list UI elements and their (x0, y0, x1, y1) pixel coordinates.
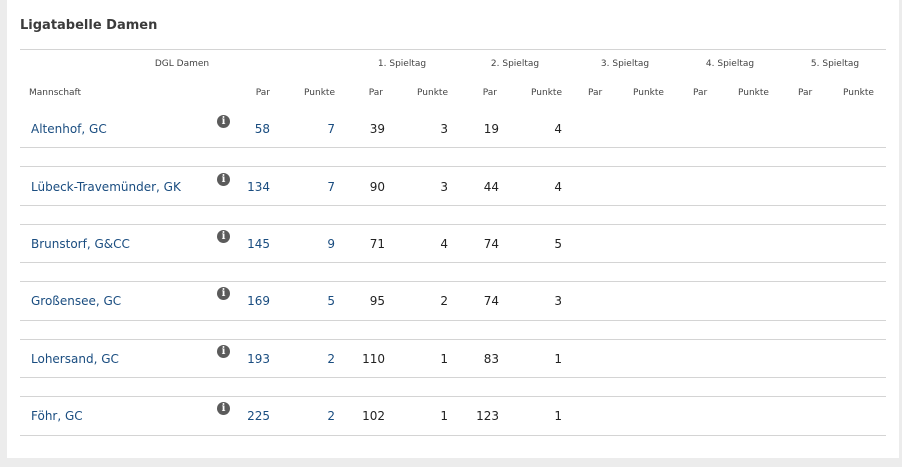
md1-par: 110 (362, 352, 385, 366)
md5-punkte-header: Punkte (843, 88, 874, 98)
md2-par: 19 (483, 122, 499, 136)
matchday-3-header: 3. Spieltag (600, 59, 650, 69)
total-par: 193 (247, 352, 270, 366)
md2-par: 123 (476, 409, 499, 423)
team-link[interactable]: Altenhof, GC (31, 121, 107, 137)
team-link[interactable]: Lübeck-Travemünder, GK (31, 179, 181, 195)
md2-punkte: 3 (554, 294, 562, 308)
md1-punkte: 1 (440, 352, 448, 366)
md1-punkte: 3 (440, 180, 448, 194)
row-divider (20, 377, 886, 378)
total-punkte: 2 (327, 352, 335, 366)
row-divider (20, 339, 886, 340)
md1-punkte: 1 (440, 409, 448, 423)
md2-par: 83 (483, 352, 499, 366)
total-punkte: 9 (327, 237, 335, 251)
table-row: Großensee, GC i 169 5 95 2 74 3 (7, 287, 899, 333)
md1-par: 95 (369, 294, 385, 308)
info-icon[interactable]: i (217, 402, 230, 415)
team-link[interactable]: Föhr, GC (31, 408, 83, 424)
md2-par: 74 (483, 294, 499, 308)
md1-punkte-header: Punkte (417, 88, 448, 98)
league-header: DGL Damen (154, 59, 210, 69)
md2-par: 44 (483, 180, 499, 194)
md3-punkte-header: Punkte (633, 88, 664, 98)
md3-par-header: Par (588, 88, 603, 98)
total-punkte: 2 (327, 409, 335, 423)
md4-par-header: Par (693, 88, 708, 98)
md1-par: 71 (369, 237, 385, 251)
md1-punkte: 3 (440, 122, 448, 136)
total-par: 145 (247, 237, 270, 251)
md2-punkte-header: Punkte (531, 88, 562, 98)
matchday-4-header: 4. Spieltag (705, 59, 755, 69)
row-divider (20, 396, 886, 397)
total-par: 225 (247, 409, 270, 423)
md2-punkte: 1 (554, 409, 562, 423)
info-icon[interactable]: i (217, 230, 230, 243)
md2-punkte: 1 (554, 352, 562, 366)
row-divider (20, 205, 886, 206)
md1-par: 39 (369, 122, 385, 136)
total-par-header: Par (255, 88, 270, 98)
row-divider (20, 166, 886, 167)
total-par: 134 (247, 180, 270, 194)
total-punkte: 7 (327, 122, 335, 136)
md2-punkte: 5 (554, 237, 562, 251)
total-punkte: 5 (327, 294, 335, 308)
md1-punkte: 4 (440, 237, 448, 251)
matchday-1-header: 1. Spieltag (377, 59, 427, 69)
league-table-panel: Ligatabelle Damen DGL Damen 1. Spieltag … (7, 0, 899, 458)
md2-par: 74 (483, 237, 499, 251)
page-title: Ligatabelle Damen (20, 18, 158, 33)
table-row: Föhr, GC i 225 2 102 1 123 1 (7, 402, 899, 448)
row-divider (20, 147, 886, 148)
row-divider (20, 320, 886, 321)
md2-par-header: Par (482, 88, 497, 98)
total-punkte: 7 (327, 180, 335, 194)
total-par: 58 (254, 122, 270, 136)
header-divider (20, 49, 886, 50)
md1-par: 102 (362, 409, 385, 423)
md1-par: 90 (369, 180, 385, 194)
info-icon[interactable]: i (217, 115, 230, 128)
md1-punkte: 2 (440, 294, 448, 308)
row-divider (20, 262, 886, 263)
info-icon[interactable]: i (217, 345, 230, 358)
row-divider (20, 281, 886, 282)
table-row: Lübeck-Travemünder, GK i 134 7 90 3 44 4 (7, 173, 899, 219)
table-row: Brunstorf, G&CC i 145 9 71 4 74 5 (7, 230, 899, 276)
total-punkte-header: Punkte (304, 88, 335, 98)
md5-par-header: Par (798, 88, 813, 98)
info-icon[interactable]: i (217, 173, 230, 186)
matchday-2-header: 2. Spieltag (490, 59, 540, 69)
md1-par-header: Par (368, 88, 383, 98)
md2-punkte: 4 (554, 180, 562, 194)
row-divider (20, 224, 886, 225)
table-row: Altenhof, GC i 58 7 39 3 19 4 (7, 115, 899, 161)
team-link[interactable]: Brunstorf, G&CC (31, 236, 130, 252)
team-link[interactable]: Großensee, GC (31, 293, 121, 309)
matchday-5-header: 5. Spieltag (810, 59, 860, 69)
table-row: Lohersand, GC i 193 2 110 1 83 1 (7, 345, 899, 391)
total-par: 169 (247, 294, 270, 308)
md2-punkte: 4 (554, 122, 562, 136)
info-icon[interactable]: i (217, 287, 230, 300)
md4-punkte-header: Punkte (738, 88, 769, 98)
team-link[interactable]: Lohersand, GC (31, 351, 119, 367)
team-column-header: Mannschaft (29, 88, 82, 98)
row-divider (20, 435, 886, 436)
